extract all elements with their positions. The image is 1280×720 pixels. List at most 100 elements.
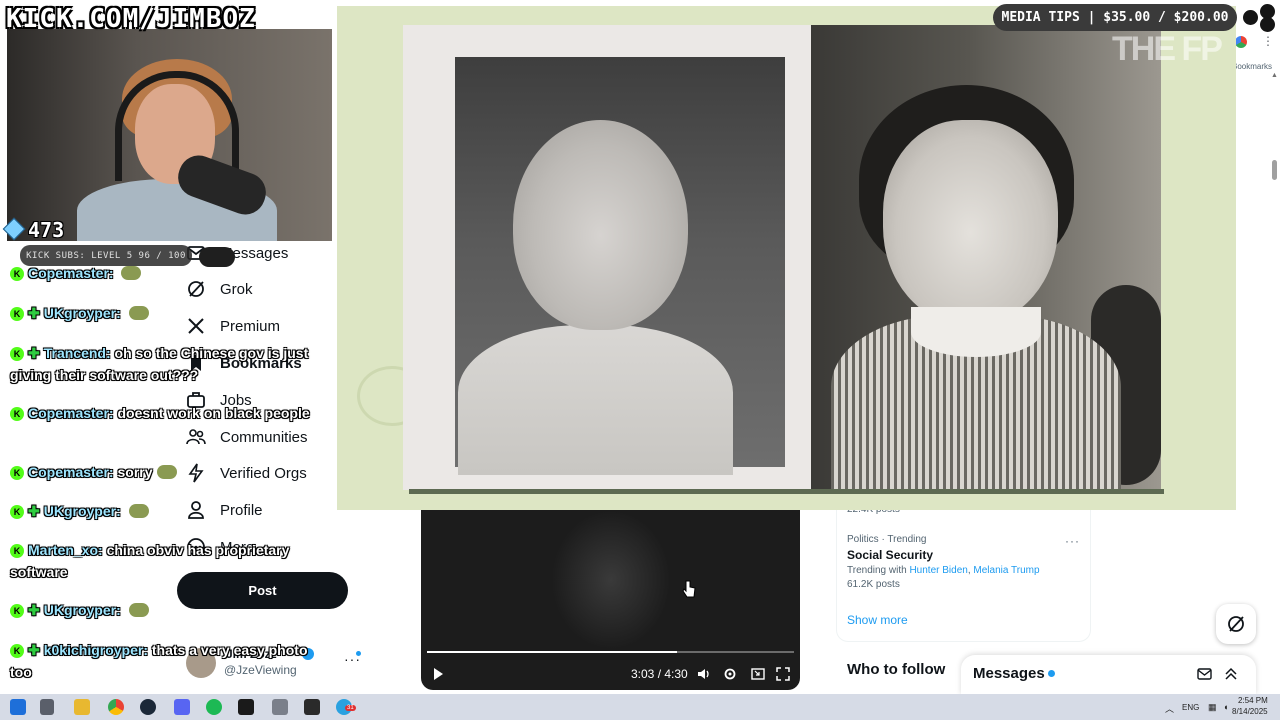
speaker-icon[interactable]: ◖ [1223, 702, 1228, 712]
tray-chevron-icon[interactable]: ︿ [1165, 702, 1174, 715]
obs-icon[interactable] [238, 699, 254, 715]
messages-drawer[interactable]: Messages [961, 655, 1256, 695]
chat-emote-icon [128, 504, 149, 518]
watermark: THE FP [1112, 30, 1223, 68]
trend-post-count: 61.2K posts [847, 579, 900, 590]
media-tips-bar: MEDIA TIPS | $35.00 / $200.00 [993, 4, 1237, 31]
scrollbar-thumb[interactable] [1272, 160, 1277, 180]
browser-extension-icon[interactable] [1235, 36, 1247, 48]
kick-badge-icon: K [10, 644, 24, 658]
kick-badge-icon: K [10, 604, 24, 618]
notification-dot [356, 651, 361, 656]
kick-badge-icon: K [10, 505, 24, 519]
chat-username[interactable]: UKgroyper: [44, 503, 121, 519]
chat-message: K ✚ UKgroyper: [10, 599, 325, 621]
trend-related: Trending with Hunter Biden, Melania Trum… [847, 565, 1040, 576]
chat-message: K ✚ Trancend: oh so the Chinese gov is jus… [10, 342, 325, 386]
chat-username[interactable]: UKgroyper: [44, 305, 121, 321]
kick-badge-icon: K [10, 466, 24, 480]
chat-username[interactable]: UKgroyper: [44, 602, 121, 618]
show-more-link[interactable]: Show more [847, 613, 908, 627]
chat-message: K ✚ UKgroyper: [10, 302, 325, 324]
chat-username[interactable]: k0kichigroyper: [44, 642, 148, 658]
clock-time[interactable]: 2:54 PM [1238, 696, 1268, 705]
chat-emote-icon [121, 266, 142, 280]
new-message-icon[interactable] [1197, 666, 1213, 682]
chat-emote-icon [128, 603, 149, 617]
video-progress-fill [427, 651, 677, 653]
chat-message: K Marten_xo: china obviv has proprietary … [10, 539, 325, 583]
chat-text: doesnt work on black people [117, 405, 310, 421]
photo-frame-edge [409, 489, 1164, 494]
sub-goal-logo [199, 247, 235, 267]
unread-dot [1048, 670, 1055, 677]
volume-icon[interactable] [697, 665, 711, 683]
chat-username[interactable]: Copemaster: [28, 265, 114, 281]
webcam-feed [7, 29, 332, 241]
trend-link[interactable]: Melania Trump [973, 565, 1039, 576]
chat-username[interactable]: Copemaster: [28, 464, 114, 480]
bookmarks-bar-label[interactable]: Bookmarks [1232, 62, 1272, 71]
subscriber-badge-icon: ✚ [28, 345, 40, 361]
app-icon[interactable] [304, 699, 320, 715]
subscriber-badge-icon: ✚ [28, 642, 40, 658]
streamer-logo-icon [1243, 4, 1277, 32]
language-indicator[interactable]: ENG [1182, 703, 1199, 712]
kick-badge-icon: K [10, 407, 24, 421]
viewer-gem-icon [2, 217, 26, 241]
settings-gear-icon[interactable] [723, 665, 737, 683]
viewer-number: 473 [28, 218, 65, 242]
discord-icon[interactable] [174, 699, 190, 715]
trend-name[interactable]: Social Security [847, 548, 933, 562]
clock-date[interactable]: 8/14/2025 [1232, 707, 1268, 716]
video-time: 3:03 / 4:30 [631, 667, 688, 681]
file-explorer-icon[interactable] [74, 699, 90, 715]
kick-badge-icon: K [10, 267, 24, 281]
spotify-icon[interactable] [206, 699, 222, 715]
chrome-icon[interactable] [108, 699, 124, 715]
subscriber-badge-icon: ✚ [28, 602, 40, 618]
video-progress-bar[interactable] [427, 651, 794, 653]
chat-message: K ✚ UKgroyper: [10, 500, 325, 522]
telegram-badge: 31 [345, 705, 356, 711]
photo-right-child [811, 25, 1161, 490]
chat-message: K ✚ k0kichigroyper: thats a very easy phot… [10, 639, 325, 683]
video-frame [551, 510, 671, 650]
expand-up-icon[interactable] [1223, 666, 1239, 682]
windows-taskbar: 31 ︿ ENG ▦ ◖ 2:54 PM 8/14/2025 [0, 694, 1280, 720]
play-icon[interactable] [431, 665, 445, 683]
who-to-follow-heading: Who to follow [847, 661, 946, 678]
scroll-up-icon[interactable]: ▲ [1271, 72, 1278, 79]
trend-category: Politics · Trending [847, 534, 927, 545]
grok-button[interactable] [1216, 604, 1256, 644]
trend-link[interactable]: Hunter Biden [909, 565, 967, 576]
hand-cursor-icon [682, 580, 696, 598]
network-icon[interactable]: ▦ [1208, 702, 1217, 713]
app-icon[interactable] [272, 699, 288, 715]
trend-related-prefix: Trending with [847, 565, 907, 576]
chat-username[interactable]: Copemaster: [28, 405, 114, 421]
chat-username[interactable]: Trancend: [44, 345, 111, 361]
chat-message: K Copemaster: doesnt work on black people [10, 402, 325, 424]
windows-start-icon[interactable] [10, 699, 26, 715]
messages-drawer-title: Messages [973, 665, 1045, 682]
steam-icon[interactable] [140, 699, 156, 715]
chat-text: sorry [117, 464, 153, 480]
photo-left-woman [403, 25, 811, 490]
kick-badge-icon: K [10, 544, 24, 558]
task-view-icon[interactable] [40, 699, 54, 715]
fullscreen-icon[interactable] [776, 665, 790, 683]
chat-username[interactable]: Marten_xo: [28, 542, 103, 558]
trend-more-icon[interactable]: ··· [1065, 534, 1080, 548]
grok-icon [1228, 616, 1244, 632]
video-player[interactable]: 3:03 / 4:30 [421, 510, 800, 690]
viewer-count: 473 [2, 217, 65, 242]
kick-badge-icon: K [10, 307, 24, 321]
sub-goal-bar: KICK SUBS: LEVEL 5 96 / 100 [20, 245, 192, 266]
picture-in-picture-icon[interactable] [751, 665, 765, 683]
trend-link-separator: , [967, 565, 971, 576]
kick-badge-icon: K [10, 347, 24, 361]
browser-menu-icon[interactable]: ⋮ [1262, 34, 1274, 48]
stream-chat: K Copemaster: K ✚ UKgroyper: K ✚ Trancend: oh… [0, 262, 330, 692]
subscriber-badge-icon: ✚ [28, 305, 40, 321]
